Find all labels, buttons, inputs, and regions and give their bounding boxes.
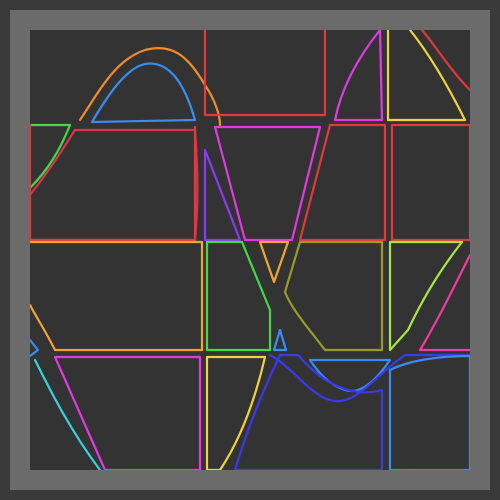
blue-wave-curve: [308, 358, 392, 393]
red-wedge-mid: [298, 123, 387, 242]
red-box-right: [390, 123, 470, 242]
red-frame-left: [203, 30, 327, 117]
pink-curve-right: [418, 253, 470, 352]
yellow-corner-tile: [386, 30, 467, 122]
blue-arc-tile: [90, 62, 197, 124]
tile-pattern-svg: [30, 30, 470, 470]
blue-box-right: [388, 354, 470, 470]
yellow-box-tile: [205, 355, 267, 470]
amber-box-tile: [30, 240, 204, 352]
crimson-swirl-tile: [30, 128, 199, 242]
red-edge-right: [420, 30, 470, 92]
game-frame: [0, 0, 500, 500]
green-corner-shape: [30, 123, 72, 190]
red-box-left: [30, 123, 197, 242]
lime-box-right: [388, 240, 464, 352]
amber-notch-tile: [258, 240, 290, 284]
blue-small-triangle: [272, 328, 288, 352]
magenta-peak-tile: [333, 30, 384, 122]
cyan-line-curve: [33, 358, 102, 470]
orange-arc-curve: [78, 47, 222, 127]
magenta-box-tile: [53, 355, 202, 470]
indigo-box-tile: [233, 353, 384, 470]
blue-small-edge: [30, 338, 40, 358]
green-box-tile: [205, 240, 272, 352]
game-board[interactable]: [30, 30, 470, 470]
violet-wedge-tile: [203, 148, 242, 242]
indigo-wave-curve: [268, 353, 470, 403]
olive-box-tile: [283, 240, 384, 352]
